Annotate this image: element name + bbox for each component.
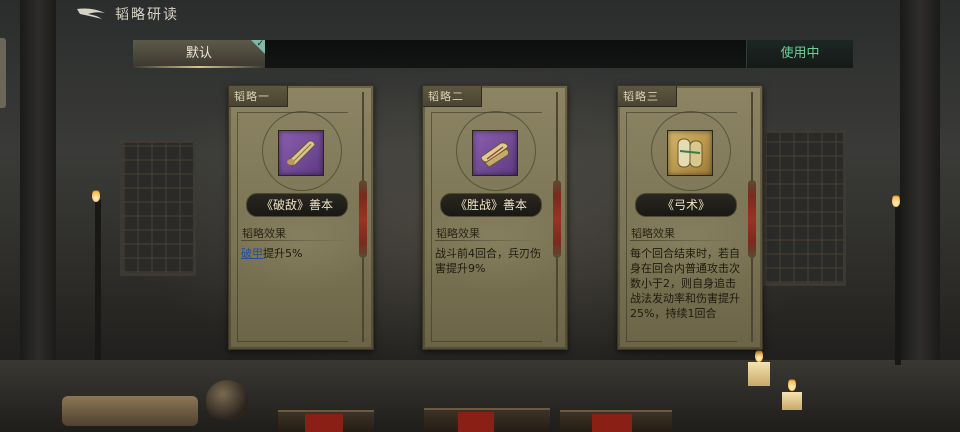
effect-description: 破甲提升5%	[241, 246, 351, 261]
effect-description: 每个回合结束时，若自身在回合内普通攻击次数小于2，则自身追击战法发动率和伤害提升…	[630, 247, 740, 320]
card-label: 韬略一	[234, 90, 270, 103]
red-seal	[305, 414, 343, 432]
flame-icon	[755, 348, 763, 362]
effect-title: 韬略效果	[242, 227, 286, 240]
tab-default[interactable]: 默认 ✓	[133, 39, 265, 68]
book-name: 《弓术》	[635, 193, 737, 217]
divider	[435, 240, 543, 241]
candle	[748, 362, 770, 386]
incense-burner	[206, 380, 248, 420]
scroll-icon	[667, 130, 713, 176]
side-drawer-handle[interactable]	[0, 38, 6, 108]
book-name: 《胜战》善本	[440, 193, 542, 217]
candle	[782, 392, 802, 410]
effect-description: 战斗前4回合，兵刃伤害提升9%	[435, 247, 541, 275]
in-use-status: 使用中	[746, 40, 853, 68]
checkmark-icon: ✓	[256, 39, 264, 49]
bamboo-scroll-bundle	[62, 396, 198, 426]
page-title: 韬略研读	[115, 7, 179, 23]
background-lattice-window	[762, 130, 846, 286]
card-label-tab: 韬略一	[229, 86, 288, 107]
flame-icon	[92, 188, 100, 202]
scene: 韬略研读 默认 ✓ 使用中 韬略一 《破敌》善本 韬略效果 破甲提升5% 韬略二…	[0, 0, 960, 432]
effect-title: 韬略效果	[631, 227, 675, 240]
card-side-ornament	[748, 92, 756, 342]
card-side-ornament	[553, 92, 561, 342]
divider	[241, 240, 349, 241]
divider	[630, 240, 738, 241]
effect-value: 提升5%	[263, 247, 303, 260]
red-seal	[592, 414, 632, 432]
effect-title: 韬略效果	[436, 227, 480, 240]
keyword-link[interactable]: 破甲	[241, 247, 263, 260]
card-label-tab: 韬略二	[423, 86, 482, 107]
background-lattice-window	[120, 140, 196, 276]
flame-icon	[788, 377, 796, 391]
header: 韬略研读	[0, 0, 960, 30]
strategy-card-3[interactable]: 韬略三 《弓术》 韬略效果 每个回合结束时，若自身在回合内普通攻击次数小于2，则…	[617, 85, 763, 350]
tab-bar: 默认 ✓ 使用中	[133, 39, 853, 68]
flame-icon	[892, 193, 900, 207]
card-side-ornament	[359, 92, 367, 342]
card-label-tab: 韬略三	[618, 86, 677, 107]
scroll-icon	[472, 130, 518, 176]
candelabra	[895, 205, 901, 365]
scroll-icon	[278, 130, 324, 176]
card-label: 韬略二	[428, 90, 464, 103]
strategy-card-1[interactable]: 韬略一 《破敌》善本 韬略效果 破甲提升5%	[228, 85, 374, 350]
red-seal	[458, 412, 494, 432]
tab-default-label: 默认	[185, 46, 212, 61]
strategy-card-2[interactable]: 韬略二 《胜战》善本 韬略效果 战斗前4回合，兵刃伤害提升9%	[422, 85, 568, 350]
card-label: 韬略三	[623, 90, 659, 103]
book-name: 《破敌》善本	[246, 193, 348, 217]
back-arrow-icon[interactable]	[74, 5, 110, 23]
candelabra	[95, 200, 101, 360]
